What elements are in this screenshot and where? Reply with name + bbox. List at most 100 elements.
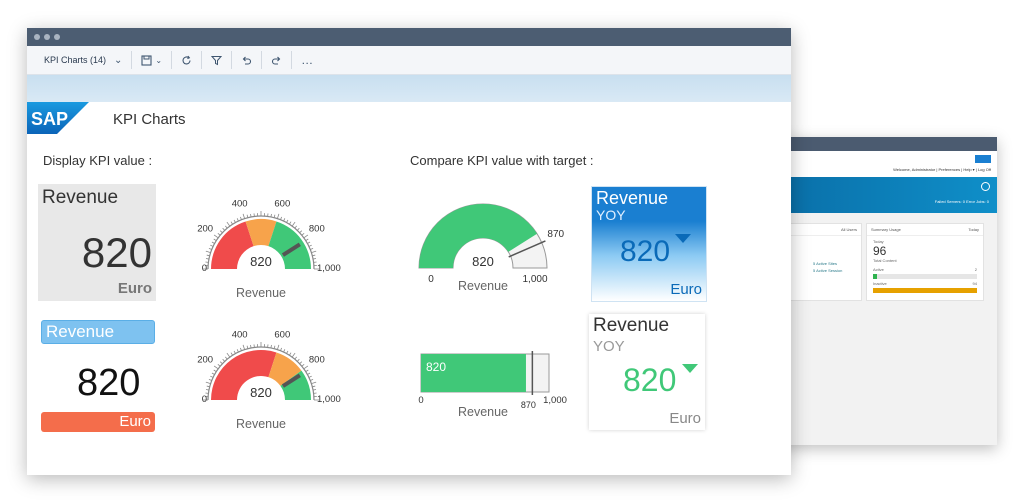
gauge-tick [294, 356, 298, 360]
gauge-tick [303, 365, 309, 370]
kpi-tile-gradient[interactable]: Revenue YOY 820 Euro [591, 186, 707, 302]
kpi-tile-yoy: YOY [593, 338, 625, 355]
gauge-tick [213, 238, 217, 241]
gauge-tick-label: 0 [202, 263, 207, 274]
gauge-tick [217, 232, 221, 236]
background-active-label: Active [873, 267, 884, 272]
gauge-tick [222, 227, 226, 231]
gauge-tick [299, 361, 303, 365]
gauge-title: Revenue [236, 417, 286, 431]
header-banner [27, 75, 791, 102]
gauge-tick [303, 234, 309, 239]
background-refresh-icon[interactable] [981, 182, 990, 191]
refresh-button[interactable] [172, 51, 203, 69]
background-active-bar [873, 274, 977, 279]
background-inactive-label: Inactive [873, 281, 887, 286]
background-list-item[interactable]: 5 Active Session [813, 267, 855, 274]
bullet-min-label: 0 [418, 395, 423, 406]
background-card-number: 96 [873, 244, 887, 258]
kpi-tile-value: 820 [623, 362, 677, 398]
kpi-tile-label: Revenue [593, 315, 670, 336]
gauge-tick-label: 200 [197, 354, 213, 365]
target-gauge-max: 1,000 [522, 274, 547, 285]
more-icon: … [301, 53, 315, 67]
page-content: SAP KPI Charts Display KPI value : Compa… [27, 102, 791, 475]
gauge-tick [217, 363, 221, 367]
undo-icon [242, 56, 252, 65]
toolbar: KPI Charts (14) ⌄ ⌄ … [27, 46, 791, 75]
kpi-charts-menu[interactable]: KPI Charts (14) ⌄ [35, 51, 133, 69]
kpi-tile-label: Revenue [596, 188, 669, 208]
gauge-tick [276, 213, 280, 219]
gauge-tick [205, 381, 211, 385]
gauge-tick-label: 800 [309, 223, 325, 234]
gauge-tick [296, 358, 300, 362]
filter-icon [211, 55, 223, 65]
gauge-tick [291, 221, 296, 227]
target-gauge-title: Revenue [458, 279, 508, 293]
save-button[interactable]: ⌄ [132, 51, 173, 69]
background-welcome-text: Welcome, Administrator | Preferences | H… [893, 167, 991, 172]
bullet-value-label: 820 [426, 360, 446, 374]
undo-button[interactable] [232, 51, 263, 69]
gauge-value: 820 [250, 254, 272, 269]
gauge-tick [289, 221, 292, 225]
background-list-item[interactable]: 5 Active Sites [813, 260, 855, 267]
gauge-tick [230, 352, 233, 356]
gauge-tick [219, 230, 223, 234]
gauge-tick-label: 400 [232, 198, 248, 209]
gauge-tick [213, 365, 219, 370]
gauge-tick [250, 344, 252, 349]
window-close-dot[interactable] [34, 34, 40, 40]
gauge-tick [230, 221, 233, 225]
gauge-tick-label: 800 [309, 354, 325, 365]
redo-button[interactable] [262, 51, 293, 69]
background-inactive-bar [873, 288, 977, 293]
window-maximize-dot[interactable] [54, 34, 60, 40]
kpi-tile-unit: Euro [669, 410, 701, 427]
gauge-tick [205, 250, 211, 254]
gauge-tick [224, 356, 228, 360]
chevron-down-icon: ⌄ [155, 55, 163, 65]
gauge-tick-label: 400 [232, 329, 248, 340]
gauge-tick [270, 213, 272, 218]
gauge-tick [296, 227, 300, 231]
gauge-tick [291, 352, 296, 358]
redo-icon [272, 56, 281, 65]
background-banner: Failed Servers: 0 Error Jobs: 0 [778, 177, 997, 213]
background-card-filter[interactable]: Today [968, 227, 979, 232]
gauge-band-green [268, 221, 311, 269]
gauge-tick [311, 381, 317, 385]
gauge-tick [205, 389, 210, 391]
background-window-header: Welcome, Administrator | Preferences | H… [778, 151, 997, 177]
kpi-tile-unit: Euro [670, 281, 702, 298]
kpi-tile-white[interactable]: Revenue YOY 820 Euro [589, 314, 705, 430]
gauge-tick [213, 234, 219, 239]
gauge-band-red [210, 221, 254, 269]
gauge-tick [222, 358, 226, 362]
gauge-tick [205, 258, 210, 260]
bullet-target-label: 870 [521, 400, 536, 410]
gauge-tick [213, 369, 217, 372]
window-minimize-dot[interactable] [44, 34, 50, 40]
background-card-usage[interactable]: Summary Usage Today Today 96 Total Conten… [866, 223, 984, 301]
gauge-tick [219, 361, 223, 365]
gauge-tick-label: 0 [202, 394, 207, 405]
gauge-tick [311, 250, 317, 254]
gauge-tick [250, 213, 252, 218]
background-card-filter[interactable]: All Users [841, 227, 857, 232]
filter-button[interactable] [202, 51, 233, 69]
background-card-sub: Total Content [873, 258, 897, 263]
background-window: Welcome, Administrator | Preferences | H… [778, 137, 997, 445]
background-banner-stats: Failed Servers: 0 Error Jobs: 0 [934, 199, 989, 204]
trend-down-icon [682, 364, 698, 373]
background-card-users[interactable]: All Users 5 Active Sites 5 Active Sessio… [782, 223, 862, 301]
gauge-tick [242, 213, 246, 219]
more-button[interactable]: … [292, 51, 323, 69]
gauge-tick [242, 344, 246, 350]
bullet-title: Revenue [458, 405, 508, 419]
background-window-titlebar [778, 137, 997, 151]
target-gauge-value: 820 [472, 254, 494, 269]
trend-down-icon [675, 234, 691, 243]
gauge-tick [276, 344, 280, 350]
